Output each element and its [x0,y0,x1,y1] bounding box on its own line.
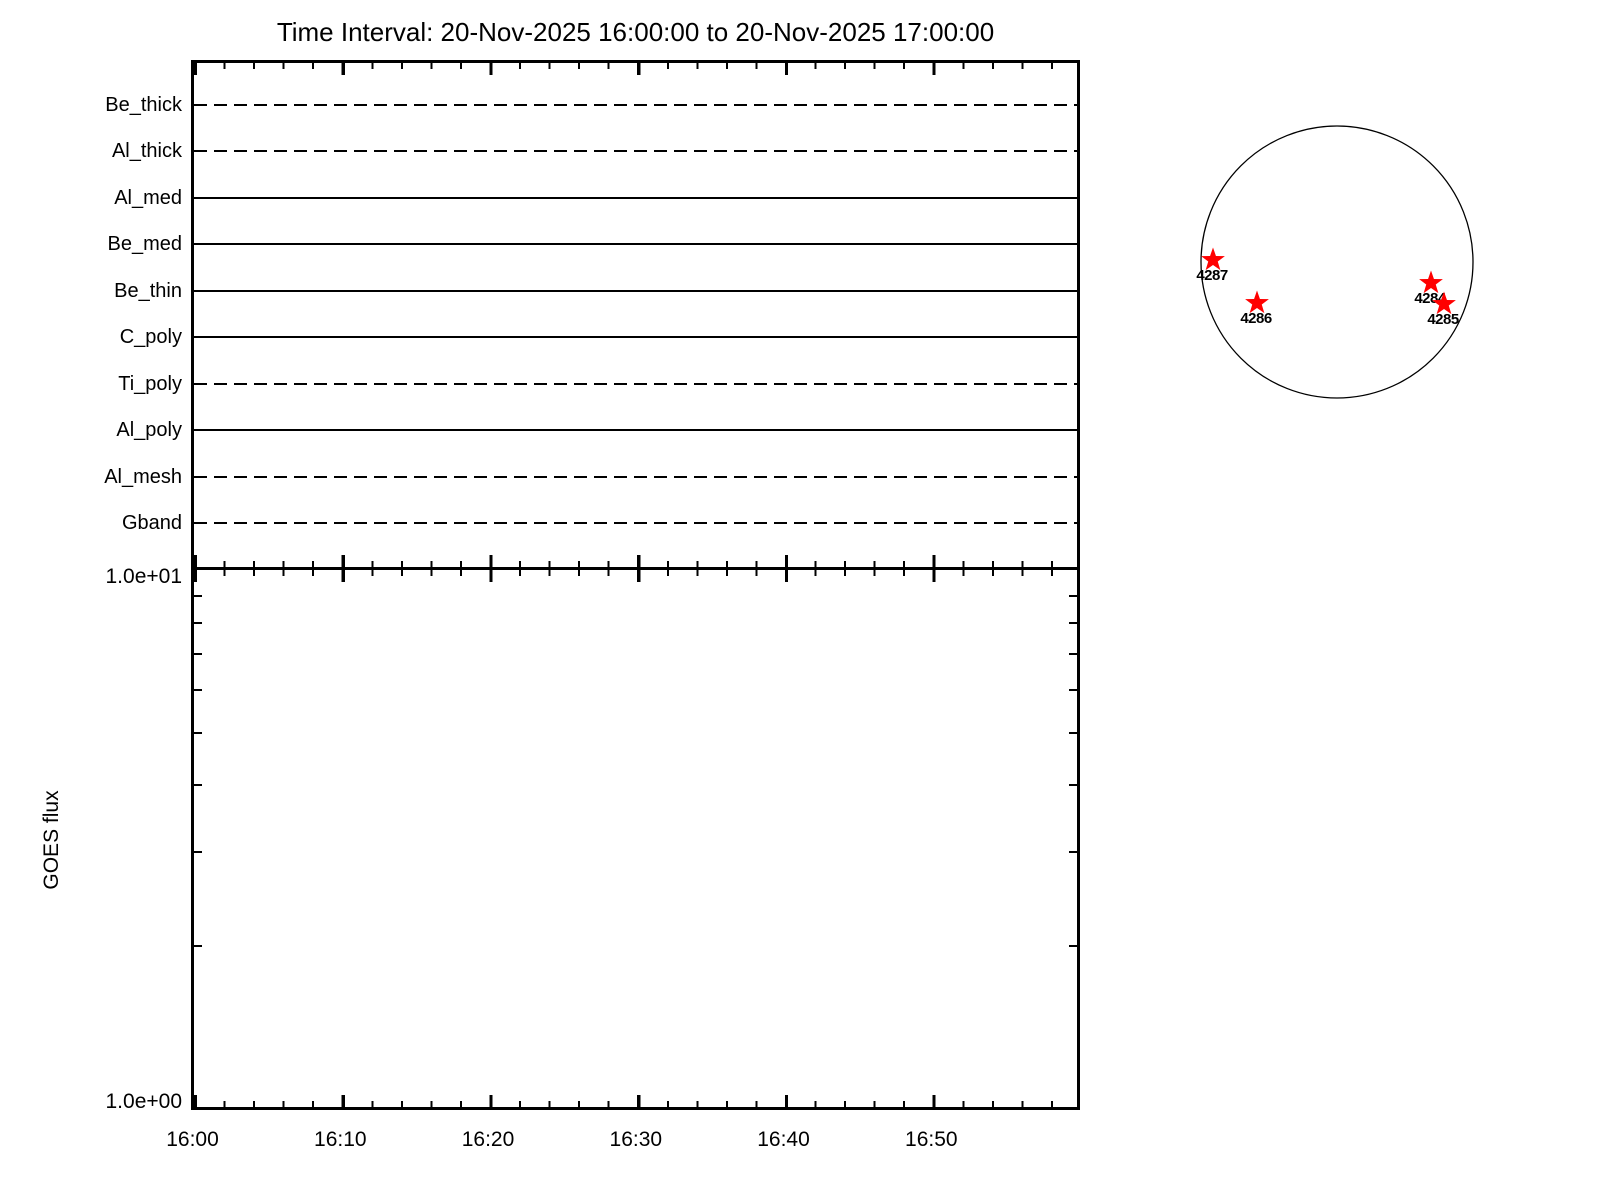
time-axis-label-16:50: 16:50 [883,1128,979,1152]
log-minor-tick-8-right [1069,622,1077,624]
filter-label-Be_thin: Be_thin [0,279,182,303]
time-axis-label-16:00: 16:00 [145,1128,241,1152]
filter-label-Ti_poly: Ti_poly [0,372,182,396]
filter-line-Al_med [194,197,1077,199]
goes-flux-axis-label: GOES flux [37,770,67,910]
filter-line-Al_mesh [194,476,1077,478]
goes-ytick-top: 1.0e+01 [0,565,182,589]
log-minor-tick-8-left [194,622,202,624]
time-axis-label-16:10: 16:10 [292,1128,388,1152]
time-axis-major-ticks-bottom [194,555,1077,567]
filter-line-Ti_poly [194,383,1077,385]
log-minor-tick-5-right [1069,732,1077,734]
time-axis-label-16:20: 16:20 [440,1128,536,1152]
goes-ytick-bottom: 1.0e+00 [0,1090,182,1114]
log-minor-tick-2-left [194,945,202,947]
filter-line-C_poly [194,336,1077,338]
log-minor-tick-5-left [194,732,202,734]
log-minor-tick-7-right [1069,653,1077,655]
filter-label-Al_poly: Al_poly [0,418,182,442]
log-minor-tick-3-left [194,851,202,853]
filter-label-Be_med: Be_med [0,232,182,256]
log-minor-tick-2-right [1069,945,1077,947]
solar-limb-circle [1201,126,1473,398]
log-minor-tick-9-right [1069,595,1077,597]
log-minor-tick-4-left [194,784,202,786]
log-minor-tick-6-right [1069,689,1077,691]
time-axis-minor-ticks-top [194,63,1077,69]
filter-line-Be_med [194,243,1077,245]
filter-label-Gband: Gband [0,511,182,535]
filter-label-Al_thick: Al_thick [0,139,182,163]
filter-timeline-panel [191,60,1080,570]
log-minor-tick-3-right [1069,851,1077,853]
filter-line-Al_poly [194,429,1077,431]
active-region-label-4286: 4286 [1240,310,1272,327]
log-minor-tick-7-left [194,653,202,655]
goes-time-major-ticks-top [194,570,1077,582]
filter-line-Gband [194,522,1077,524]
plot-title: Time Interval: 20-Nov-2025 16:00:00 to 2… [191,17,1080,48]
active-region-label-4285: 4285 [1427,311,1459,328]
plot-canvas: Time Interval: 20-Nov-2025 16:00:00 to 2… [0,0,1600,1200]
goes-time-major-ticks-bottom [194,1095,1077,1107]
time-axis-major-ticks-top [194,63,1077,75]
goes-time-minor-ticks-top [194,570,1077,576]
filter-label-Al_med: Al_med [0,186,182,210]
filter-label-C_poly: C_poly [0,325,182,349]
active-regions-group: 4287428642844285 [1196,248,1459,329]
time-axis-label-16:30: 16:30 [588,1128,684,1152]
goes-time-minor-ticks-bottom [194,1101,1077,1107]
log-minor-tick-4-right [1069,784,1077,786]
filter-line-Be_thick [194,104,1077,106]
filter-label-Be_thick: Be_thick [0,93,182,117]
time-axis-label-16:40: 16:40 [736,1128,832,1152]
log-minor-tick-6-left [194,689,202,691]
filter-line-Al_thick [194,150,1077,152]
filter-line-Be_thin [194,290,1077,292]
log-minor-tick-9-left [194,595,202,597]
filter-label-Al_mesh: Al_mesh [0,465,182,489]
active-region-label-4287: 4287 [1196,267,1228,284]
goes-flux-panel [191,567,1080,1110]
solar-disk: 4287428642844285 [1100,80,1600,480]
